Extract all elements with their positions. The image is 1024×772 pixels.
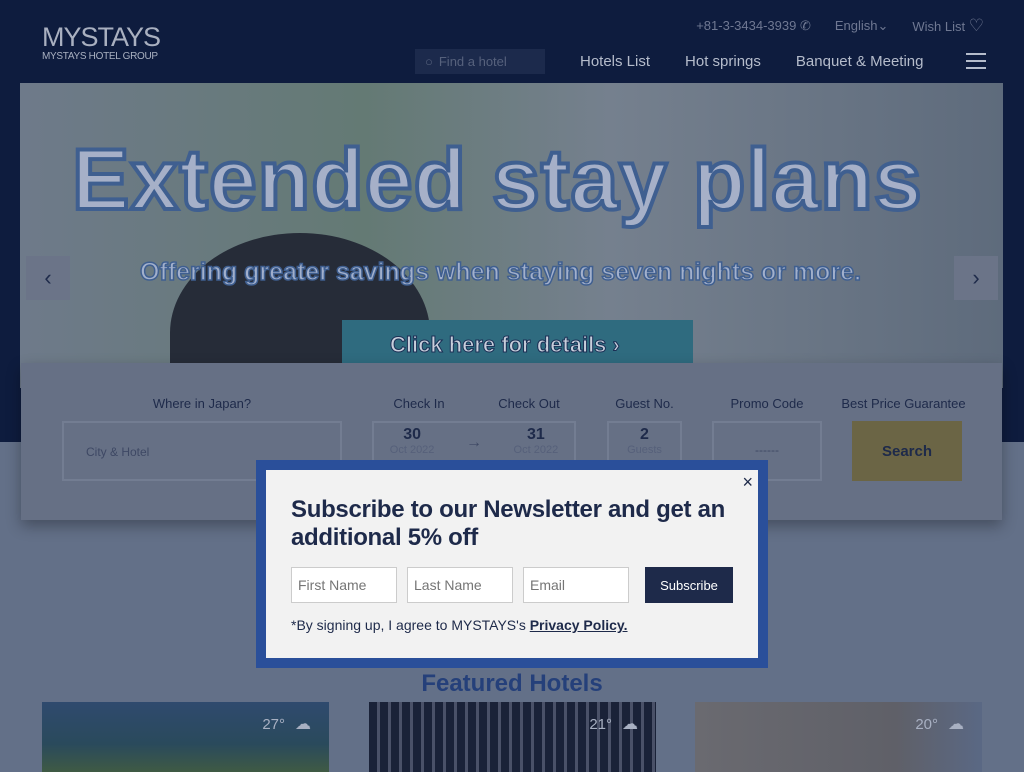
promo-placeholder: ------ [755,443,779,457]
banner-subtitle: Offering greater savings when staying se… [139,257,862,287]
heart-icon: ♡ [968,16,984,35]
popup-title: Subscribe to our Newsletter and get an a… [291,496,726,551]
guest-label: Guest No. [615,396,674,411]
logo-subtext: MYSTAYS HOTEL GROUP [42,51,158,62]
close-icon[interactable]: × [742,472,753,493]
checkin-day: 30 [403,426,421,443]
search-placeholder: Find a hotel [438,53,507,69]
next-slide-button[interactable]: › [954,256,998,300]
hotel-card[interactable]: 21° ☁ [369,702,656,772]
terms-text: *By signing up, I agree to MYSTAYS's Pri… [291,617,733,633]
guest-unit: Guests [627,444,662,456]
nav-hotels-list[interactable]: Hotels List [580,53,650,70]
guest-count: 2 [640,426,649,443]
language-label: English [834,18,878,33]
checkout-day: 31 [526,426,545,443]
subscribe-button[interactable]: Subscribe [645,567,733,603]
first-name-input[interactable] [291,567,397,603]
checkout-month: Oct 2022 [513,444,559,456]
where-label: Where in Japan? [152,396,252,411]
chevron-left-icon: ‹ [44,265,52,290]
menu-icon[interactable] [965,48,986,74]
destination-placeholder: City & Hotel [86,445,150,459]
weather-temp: 20° [915,716,938,733]
logo[interactable]: MYSTAYS MYSTAYS HOTEL GROUP [42,22,161,63]
wishlist-link[interactable]: Wish List ♡ [912,16,984,36]
privacy-policy-link[interactable]: Privacy Policy. [530,617,628,633]
checkout-label: Check Out [498,396,560,411]
chevron-right-icon: › [972,265,980,290]
nav-hot-springs[interactable]: Hot springs [685,53,761,70]
terms-label: *By signing up, I agree to MYSTAYS's [291,617,530,633]
weather-temp: 27° [262,716,285,733]
newsletter-popup: × Subscribe to our Newsletter and get an… [256,460,768,668]
banner-title: Extended stay plans [70,130,924,230]
checkin-label: Check In [393,396,445,411]
logo-text: MYSTAYS [42,22,161,52]
checkin-month: Oct 2022 [389,444,435,456]
promo-label: Promo Code [730,396,804,411]
rain-icon: ☁ [622,716,638,733]
phone-icon: ✆ [799,18,811,33]
rain-icon: ☁ [948,716,964,733]
hero-banner[interactable]: Extended stay plans Offering greater sav… [20,83,1003,388]
header: MYSTAYS MYSTAYS HOTEL GROUP +81-3-3434-3… [0,0,1024,83]
email-input[interactable] [523,567,629,603]
chevron-down-icon: ⌄ [877,18,889,33]
hotel-search-input[interactable]: ○ Find a hotel [415,48,545,74]
last-name-input[interactable] [407,567,513,603]
phone-number: +81-3-3434-3939 [696,18,797,33]
hotel-card[interactable]: 20° ☁ [695,702,982,772]
best-price-label: Best Price Guarantee [841,396,966,411]
weather-temp: 21° [589,716,612,733]
search-icon: ○ [425,53,433,69]
featured-hotels-title: Featured Hotels [421,670,603,697]
hotel-card[interactable]: 27° ☁ [42,702,329,772]
nav-banquet-meeting[interactable]: Banquet & Meeting [796,53,924,70]
language-select[interactable]: English⌄ [835,18,889,34]
banner-cta-label: Click here for details [389,332,607,358]
wishlist-label: Wish List [912,19,966,34]
search-button[interactable]: Search [852,421,962,481]
prev-slide-button[interactable]: ‹ [26,256,70,300]
partly-cloudy-icon: ☁ [295,716,311,733]
phone-link[interactable]: +81-3-3434-3939 ✆ [696,18,811,34]
